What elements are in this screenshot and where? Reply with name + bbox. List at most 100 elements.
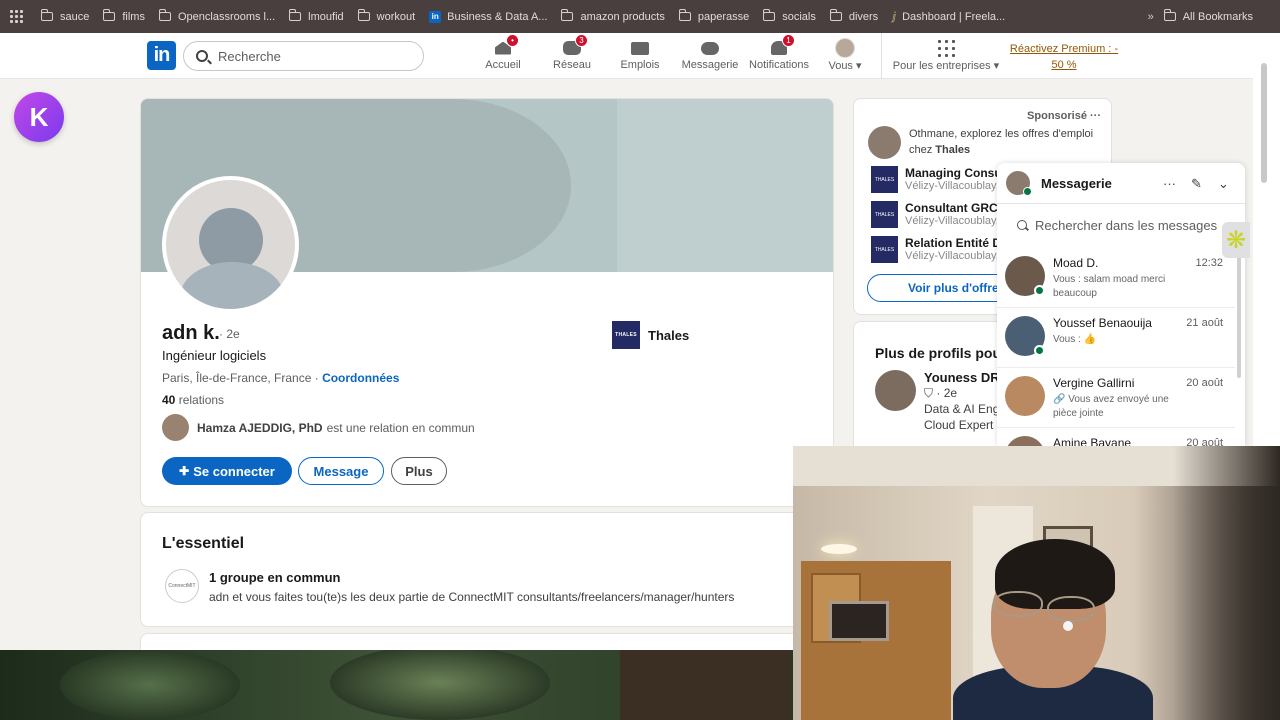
bookmark-folder[interactable]: socials xyxy=(763,9,816,23)
bookmark-folder[interactable]: lmoufid xyxy=(289,9,344,23)
mutual-connection[interactable]: Hamza AJEDDIG, PhD est une relation en co… xyxy=(162,414,475,441)
bookmark-label: films xyxy=(122,10,145,23)
scrollbar-thumb[interactable] xyxy=(1261,63,1267,183)
thales-logo: THALES xyxy=(612,321,640,349)
linkedin-navbar: in Recherche • Accueil 3 Réseau Emplois … xyxy=(0,33,1253,79)
ad-text: chez xyxy=(909,144,936,156)
job-title: Relation Entité D xyxy=(905,236,1002,250)
section-title: L'essentiel xyxy=(162,535,245,552)
linkedin-logo[interactable]: in xyxy=(147,41,176,70)
nav-divider xyxy=(881,33,882,79)
bookmark-label: workout xyxy=(376,10,416,23)
sponsored-label[interactable]: Sponsorisé ··· xyxy=(1027,110,1101,122)
nav-item-network[interactable]: 3 Réseau xyxy=(551,34,593,78)
bookmark-folder[interactable]: workout xyxy=(357,9,416,23)
profile-headline: Data & AI Eng xyxy=(924,402,1000,416)
notification-badge: 1 xyxy=(782,34,795,47)
more-options-icon[interactable]: ··· xyxy=(1163,176,1176,191)
job-item[interactable]: THALES Relation Entité D Vélizy-Villacoubl… xyxy=(871,236,1001,263)
suggested-profile[interactable]: Youness DR ⛉ · 2e Data & AI Eng Cloud Exper… xyxy=(875,370,1000,433)
bookmark-label: lmoufid xyxy=(308,10,344,23)
contact-info-link[interactable]: Coordonnées xyxy=(322,371,399,385)
thales-logo: THALES xyxy=(871,201,898,228)
connect-button[interactable]: ✚ Se connecter xyxy=(162,457,292,485)
more-button[interactable]: Plus xyxy=(391,457,447,485)
premium-link[interactable]: Réactivez Premium : - 50 % xyxy=(1008,41,1120,73)
all-bookmarks-button[interactable]: All Bookmarks xyxy=(1163,9,1253,23)
chevron-down-icon[interactable]: ⌄ xyxy=(1218,176,1229,192)
connection-degree: · 2e xyxy=(936,386,958,400)
message-time: 20 août xyxy=(1186,437,1223,446)
bookmark-link[interactable]: ⅉ Dashboard | Freela... xyxy=(892,10,1006,24)
conversation-item[interactable]: Amine Bayane 20 août xyxy=(997,428,1235,446)
bookmark-label: Business & Data A... xyxy=(447,10,548,23)
search-icon xyxy=(1017,220,1027,230)
bookmarks-overflow-button[interactable]: » xyxy=(1148,11,1154,23)
job-location: Vélizy-Villacoublay, xyxy=(905,180,999,192)
conversation-item[interactable]: Moad D. 12:32 Vous : salam moad merci be… xyxy=(997,248,1235,308)
nav-label: Vous ▾ xyxy=(828,60,862,72)
messaging-header[interactable]: Messagerie ··· ✎ ⌄ xyxy=(997,163,1245,204)
nav-item-messaging[interactable]: Messagerie xyxy=(680,38,740,78)
current-company[interactable]: THALES Thales xyxy=(612,321,689,349)
nav-label: Notifications xyxy=(749,59,809,71)
messaging-panel: Messagerie ··· ✎ ⌄ Rechercher dans les m… xyxy=(997,163,1245,446)
relations-label: relations xyxy=(178,393,225,407)
search-icon xyxy=(196,50,208,62)
wallpaper-foliage xyxy=(60,650,240,720)
chat-icon xyxy=(699,38,721,58)
profile-card: adn k. · 2e Ingénieur logiciels Paris, Î… xyxy=(140,98,834,507)
message-button[interactable]: Message xyxy=(298,457,384,485)
section-title: Plus de profils pour xyxy=(875,345,1007,361)
bookmark-link[interactable]: in Business & Data A... xyxy=(429,10,548,23)
profile-headline: Ingénieur logiciels xyxy=(162,348,267,363)
job-title: Consultant GRC xyxy=(905,201,998,215)
nav-item-me[interactable]: Vous ▾ xyxy=(825,38,865,78)
nav-label: Réseau xyxy=(553,59,591,71)
wallpaper-foliage xyxy=(330,645,550,720)
nav-item-notifications[interactable]: 1 Notifications xyxy=(746,34,812,78)
nav-item-business[interactable]: Pour les entreprises ▾ xyxy=(890,38,1002,78)
extension-flower-icon[interactable]: ❋ xyxy=(1222,222,1250,258)
nav-item-jobs[interactable]: Emplois xyxy=(619,38,661,78)
compose-icon[interactable]: ✎ xyxy=(1191,176,1202,192)
messaging-scrollbar[interactable] xyxy=(1237,248,1241,378)
search-input[interactable]: Recherche xyxy=(183,41,424,71)
ad-intro: Othmane, explorez les offres d'emploi che… xyxy=(868,126,1093,159)
relations-count[interactable]: 40 relations xyxy=(162,393,224,407)
job-item[interactable]: THALES Managing Consu Vélizy-Villacoublay, xyxy=(871,166,1002,193)
verified-icon: ⛉ xyxy=(924,386,934,400)
bookmark-label: amazon products xyxy=(580,10,665,23)
bookmark-folder[interactable]: divers xyxy=(829,9,878,23)
relations-number: 40 xyxy=(162,393,176,407)
next-section-card xyxy=(140,633,834,650)
mutual-name: Hamza AJEDDIG, PhD xyxy=(197,420,323,435)
home-icon: • xyxy=(492,34,519,58)
nav-item-home[interactable]: • Accueil xyxy=(482,34,524,78)
bookmark-folder[interactable]: Openclassrooms l... xyxy=(158,9,275,23)
user-avatar xyxy=(868,126,901,159)
conversation-item[interactable]: Vergine Gallirni 20 août 🔗 Vous avez env… xyxy=(997,368,1235,428)
profile-avatar[interactable] xyxy=(162,176,299,313)
group-title: 1 groupe en commun xyxy=(209,570,341,585)
contact-name: Moad D. xyxy=(1053,256,1099,270)
bookmark-label: Dashboard | Freela... xyxy=(902,10,1006,23)
bookmark-label: sauce xyxy=(60,10,90,23)
message-search-input[interactable]: Rechercher dans les messages xyxy=(1007,212,1232,238)
apps-grid-icon[interactable] xyxy=(10,10,23,23)
linkedin-icon: in xyxy=(429,10,442,23)
mutual-avatar xyxy=(162,414,189,441)
bookmark-folder[interactable]: paperasse xyxy=(678,9,749,23)
separator: · xyxy=(311,371,323,385)
bookmark-folder[interactable]: sauce xyxy=(41,9,90,23)
message-preview: Vous : salam moad merci beaucoup xyxy=(1053,274,1166,299)
bookmark-folder[interactable]: amazon products xyxy=(561,9,665,23)
bookmark-folder[interactable]: films xyxy=(103,9,145,23)
glasses xyxy=(993,591,1043,617)
apps-grid-icon xyxy=(935,38,957,58)
k-extension-button[interactable]: K xyxy=(14,92,64,142)
bell-icon: 1 xyxy=(768,34,795,58)
conversation-item[interactable]: Youssef Benaouija 21 août Vous : 👍 xyxy=(997,308,1235,368)
job-item[interactable]: THALES Consultant GRC Vélizy-Villacoublay, xyxy=(871,201,999,228)
notification-badge: 3 xyxy=(575,34,588,47)
